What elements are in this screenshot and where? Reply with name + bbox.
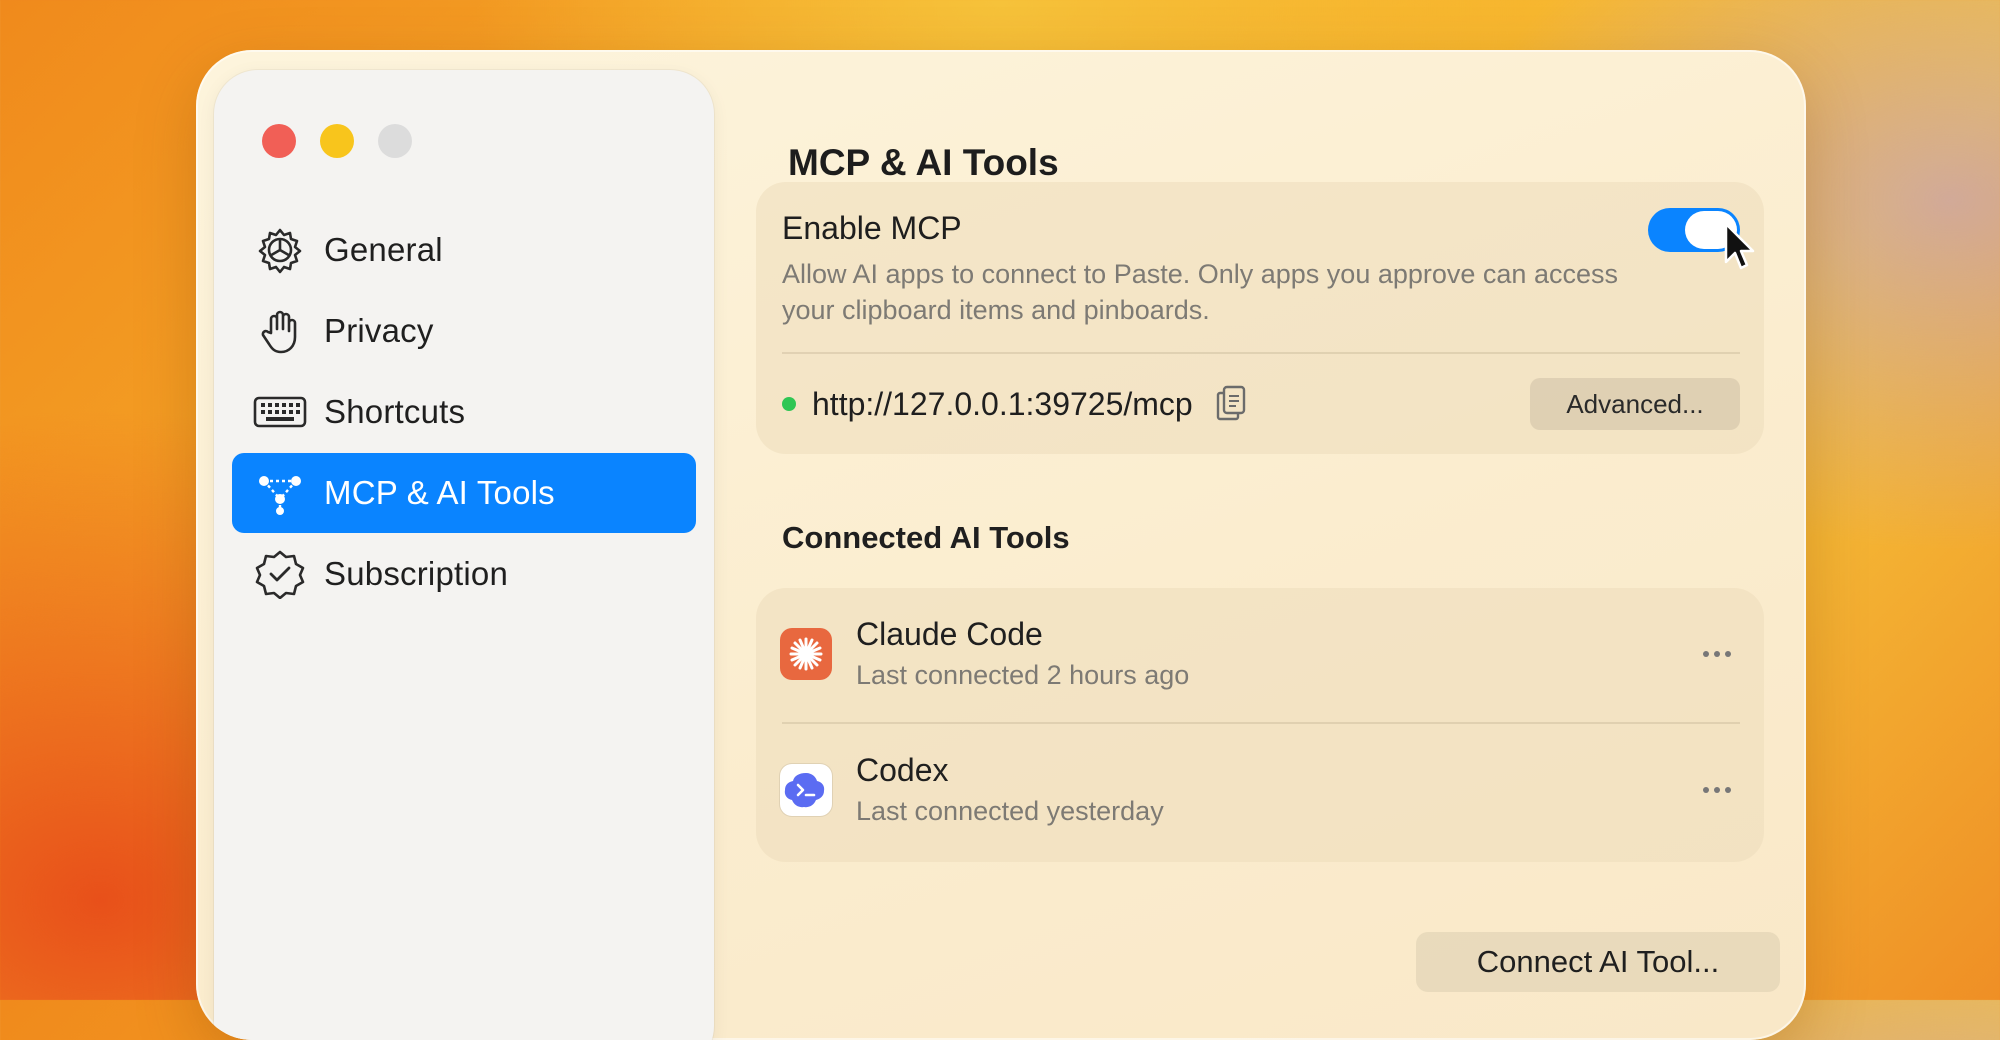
main-pane: MCP & AI Tools Enable MCP Allow AI apps …	[756, 50, 1806, 1040]
more-options-button[interactable]	[1692, 634, 1742, 674]
copy-icon[interactable]	[1215, 384, 1251, 424]
keyboard-icon	[252, 384, 308, 440]
more-options-button[interactable]	[1692, 770, 1742, 810]
status-dot	[782, 397, 796, 411]
ellipsis-icon	[1703, 787, 1731, 793]
list-item: Codex Last connected yesterday	[756, 724, 1764, 858]
sidebar-item-label: Privacy	[324, 312, 434, 349]
connected-ai-tools-heading: Connected AI Tools	[782, 520, 1070, 555]
card-divider	[782, 352, 1740, 354]
sidebar-item-label: Shortcuts	[324, 393, 466, 430]
claude-icon	[780, 628, 832, 680]
sidebar-item-label: MCP & AI Tools	[324, 474, 555, 511]
badge-check-icon	[252, 546, 308, 602]
sidebar-item-general[interactable]: General	[232, 210, 696, 290]
zoom-button[interactable]	[378, 124, 412, 158]
mcp-url: http://127.0.0.1:39725/mcp	[812, 385, 1193, 422]
enable-mcp-description: Allow AI apps to connect to Paste. Only …	[782, 259, 1618, 325]
ellipsis-icon	[1703, 651, 1731, 657]
tool-name: Codex	[856, 752, 949, 788]
mcp-network-icon	[252, 465, 308, 521]
gear-icon	[252, 222, 308, 278]
sidebar-item-mcp-ai-tools[interactable]: MCP & AI Tools	[232, 453, 696, 533]
page-title: MCP & AI Tools	[788, 142, 1059, 183]
settings-window: General Privacy Shortcuts MCP & AI Tools…	[196, 50, 1806, 1040]
traffic-lights	[262, 124, 412, 158]
connected-tools-list: Claude Code Last connected 2 hours ago C…	[756, 588, 1764, 862]
enable-mcp-label: Enable MCP	[782, 210, 962, 246]
hand-icon	[252, 303, 308, 359]
minimize-button[interactable]	[320, 124, 354, 158]
tool-last-connected: Last connected 2 hours ago	[856, 660, 1190, 690]
mcp-settings-card: Enable MCP Allow AI apps to connect to P…	[756, 182, 1764, 454]
sidebar-item-shortcuts[interactable]: Shortcuts	[232, 372, 696, 452]
sidebar-item-subscription[interactable]: Subscription	[232, 534, 696, 614]
tool-name: Claude Code	[856, 616, 1043, 652]
mcp-url-row: http://127.0.0.1:39725/mcp Advanced...	[782, 374, 1740, 434]
sidebar-item-privacy[interactable]: Privacy	[232, 291, 696, 371]
sidebar-item-label: General	[324, 231, 443, 268]
sidebar: General Privacy Shortcuts MCP & AI Tools…	[214, 70, 714, 1040]
close-button[interactable]	[262, 124, 296, 158]
sidebar-nav: General Privacy Shortcuts MCP & AI Tools…	[232, 210, 696, 615]
codex-icon	[780, 764, 832, 816]
connect-ai-tool-button[interactable]: Connect AI Tool...	[1416, 932, 1780, 992]
advanced-button[interactable]: Advanced...	[1530, 378, 1740, 430]
mouse-pointer-icon	[1724, 222, 1755, 270]
sidebar-item-label: Subscription	[324, 555, 508, 592]
list-item: Claude Code Last connected 2 hours ago	[756, 588, 1764, 722]
tool-last-connected: Last connected yesterday	[856, 796, 1164, 826]
